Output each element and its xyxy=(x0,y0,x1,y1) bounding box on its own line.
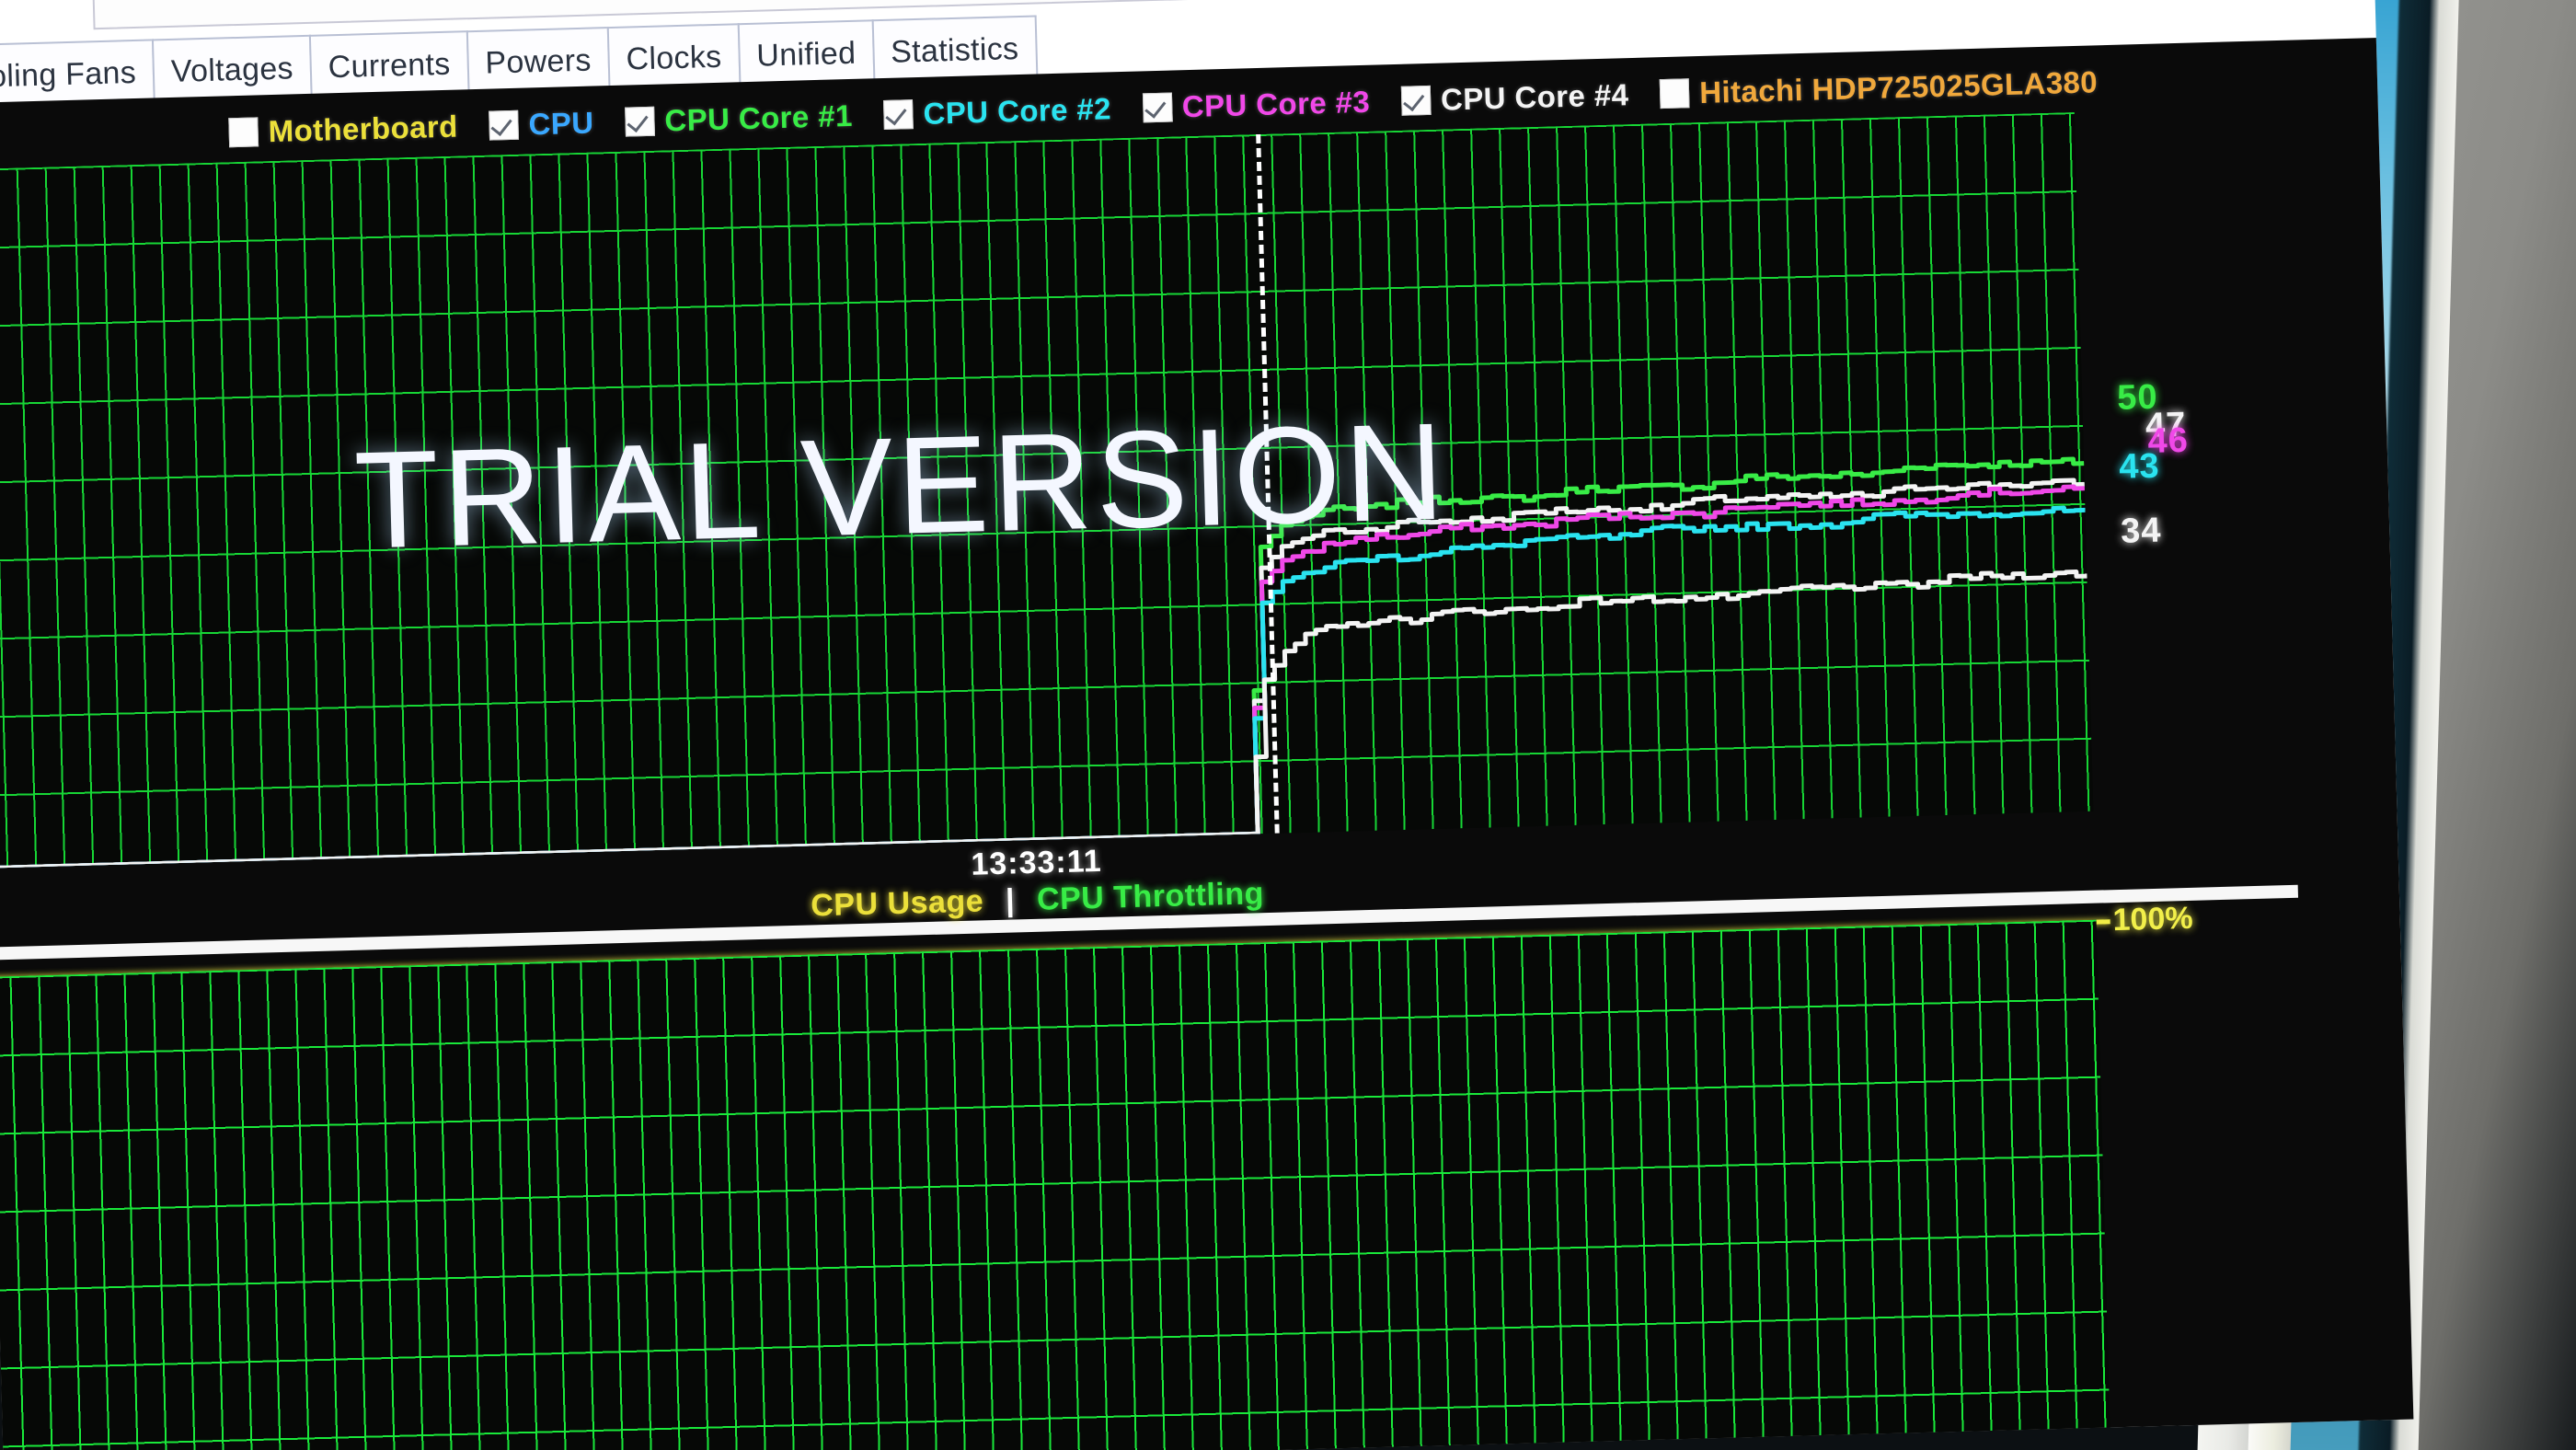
temperature-value-labels: 50 47 46 43 34 xyxy=(2075,104,2397,811)
monitor-photo-scene: ooling Fans Voltages Currents Powers Clocks U… xyxy=(0,0,2576,1450)
tab-currents[interactable]: Currents xyxy=(308,30,470,98)
series-line-cpu xyxy=(0,570,2089,869)
checkbox-checked-icon[interactable] xyxy=(1400,85,1432,116)
tab-powers[interactable]: Powers xyxy=(466,27,611,94)
tab-ooling-fans[interactable]: ooling Fans xyxy=(0,39,155,107)
tab-label: Voltages xyxy=(170,50,294,89)
tab-label: Powers xyxy=(484,42,592,81)
legend-item-label: Motherboard xyxy=(268,109,459,149)
graph-area: Motherboard CPU CPU Core #1 CPU Core #2 CPU … xyxy=(0,37,2414,1450)
legend-item-cpu-core-4[interactable]: CPU Core #4 xyxy=(1400,77,1629,119)
legend-item-label: CPU xyxy=(528,105,594,142)
temp-value-label: 34 xyxy=(2120,511,2163,551)
checkbox-checked-icon[interactable] xyxy=(1142,92,1173,123)
tab-label: Clocks xyxy=(626,39,722,77)
legend-item-label: CPU Core #1 xyxy=(663,98,854,138)
usage-title-part: CPU Throttling xyxy=(1036,876,1265,917)
series-line-cpu-core-3 xyxy=(0,484,2087,869)
tab-label: Statistics xyxy=(890,30,1019,70)
usage-graph[interactable]: TRIAL VERSION xyxy=(0,919,2111,1450)
checkbox-unchecked-icon[interactable] xyxy=(228,117,259,148)
legend-item-label: CPU Core #3 xyxy=(1181,84,1371,124)
tab-statistics[interactable]: Statistics xyxy=(871,15,1039,83)
tab-label: ooling Fans xyxy=(0,54,137,95)
usage-title-part: CPU Usage xyxy=(810,883,984,924)
legend-item-label: CPU Core #4 xyxy=(1440,77,1629,117)
legend-item-cpu-core-1[interactable]: CPU Core #1 xyxy=(625,98,853,140)
series-line-cpu-core-1 xyxy=(0,456,2087,869)
usage-title-part: | xyxy=(1005,882,1016,918)
tab-voltages[interactable]: Voltages xyxy=(152,34,313,102)
legend-item-label: Hitachi HDP725025GLA380 xyxy=(1698,64,2099,109)
legend-item-label: CPU Core #2 xyxy=(923,91,1112,131)
checkbox-checked-icon[interactable] xyxy=(883,99,914,130)
temperature-graph[interactable]: TRIAL VERSION xyxy=(0,111,2094,869)
legend-item-cpu[interactable]: CPU xyxy=(489,106,594,144)
legend-item-hitachi-hdp725025gla380[interactable]: Hitachi HDP725025GLA380 xyxy=(1659,64,2099,111)
tab-label: Unified xyxy=(755,35,857,74)
temp-value-label: 43 xyxy=(2118,446,2161,487)
usage-axis-label-100: 100% xyxy=(2112,900,2194,938)
checkbox-unchecked-icon[interactable] xyxy=(1659,78,1690,109)
legend-item-cpu-core-2[interactable]: CPU Core #2 xyxy=(883,91,1111,132)
series-line-cpu-core-2 xyxy=(0,505,2088,869)
temperature-series-lines xyxy=(0,456,2089,869)
tab-unified[interactable]: Unified xyxy=(737,19,876,86)
legend-item-motherboard[interactable]: Motherboard xyxy=(228,109,458,151)
series-line-cpu-core-4 xyxy=(0,478,2087,869)
checkbox-checked-icon[interactable] xyxy=(625,106,655,137)
checkbox-checked-icon[interactable] xyxy=(489,109,520,141)
application-window: ooling Fans Voltages Currents Powers Clocks U… xyxy=(0,0,2414,1450)
legend-item-cpu-core-3[interactable]: CPU Core #3 xyxy=(1142,84,1371,126)
usage-grid xyxy=(0,919,2111,1450)
tab-label: Currents xyxy=(328,46,451,85)
tab-clocks[interactable]: Clocks xyxy=(606,23,742,90)
